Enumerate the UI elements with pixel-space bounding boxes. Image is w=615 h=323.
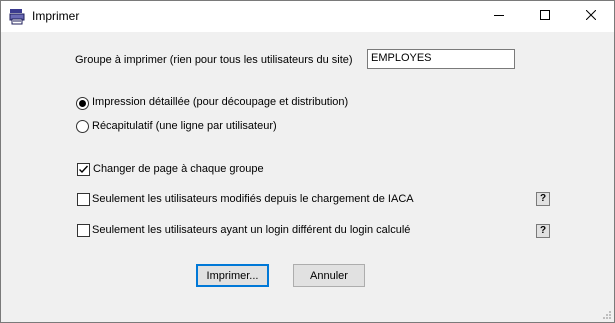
resize-grip-icon[interactable]	[602, 310, 612, 320]
page-break-label: Changer de page à chaque groupe	[93, 163, 264, 175]
diff-login-label: Seulement les utilisateurs ayant un logi…	[92, 224, 411, 236]
radio-summary[interactable]	[76, 120, 89, 133]
modified-only-checkbox[interactable]	[77, 193, 90, 206]
print-button[interactable]: Imprimer...	[196, 264, 269, 287]
group-input[interactable]: EMPLOYES	[367, 49, 515, 69]
cancel-button[interactable]: Annuler	[293, 264, 365, 287]
radio-selected-dot	[79, 100, 86, 107]
minimize-icon	[494, 10, 504, 23]
maximize-icon	[540, 10, 550, 23]
page-break-checkbox[interactable]	[77, 163, 90, 176]
modified-only-label: Seulement les utilisateurs modifiés depu…	[92, 193, 414, 205]
printer-icon	[9, 8, 26, 25]
radio-summary-label: Récapitulatif (une ligne par utilisateur…	[92, 120, 277, 132]
radio-detailed[interactable]	[76, 97, 89, 110]
close-button[interactable]	[568, 1, 614, 32]
modified-only-help-button[interactable]: ?	[536, 192, 550, 206]
minimize-button[interactable]	[476, 1, 522, 32]
maximize-button[interactable]	[522, 1, 568, 32]
checkmark-icon	[79, 165, 89, 174]
radio-detailed-label: Impression détaillée (pour découpage et …	[92, 96, 349, 108]
window-title: Imprimer	[32, 9, 80, 23]
close-icon	[585, 9, 597, 23]
print-dialog: Imprimer Groupe à imprimer (rien pour to…	[0, 0, 615, 323]
diff-login-checkbox[interactable]	[77, 224, 90, 237]
group-label: Groupe à imprimer (rien pour tous les ut…	[75, 54, 353, 66]
title-bar[interactable]: Imprimer	[1, 1, 614, 32]
dialog-body: Groupe à imprimer (rien pour tous les ut…	[1, 32, 614, 322]
diff-login-help-button[interactable]: ?	[536, 224, 550, 238]
